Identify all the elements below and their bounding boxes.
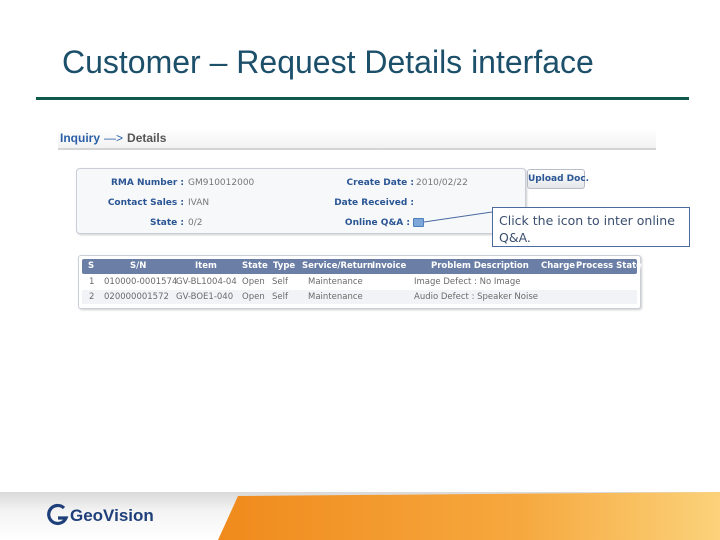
geovision-logo-icon [47, 503, 69, 526]
geovision-brand: GeoVision [70, 506, 154, 525]
footer-accent-stripe [218, 492, 720, 540]
